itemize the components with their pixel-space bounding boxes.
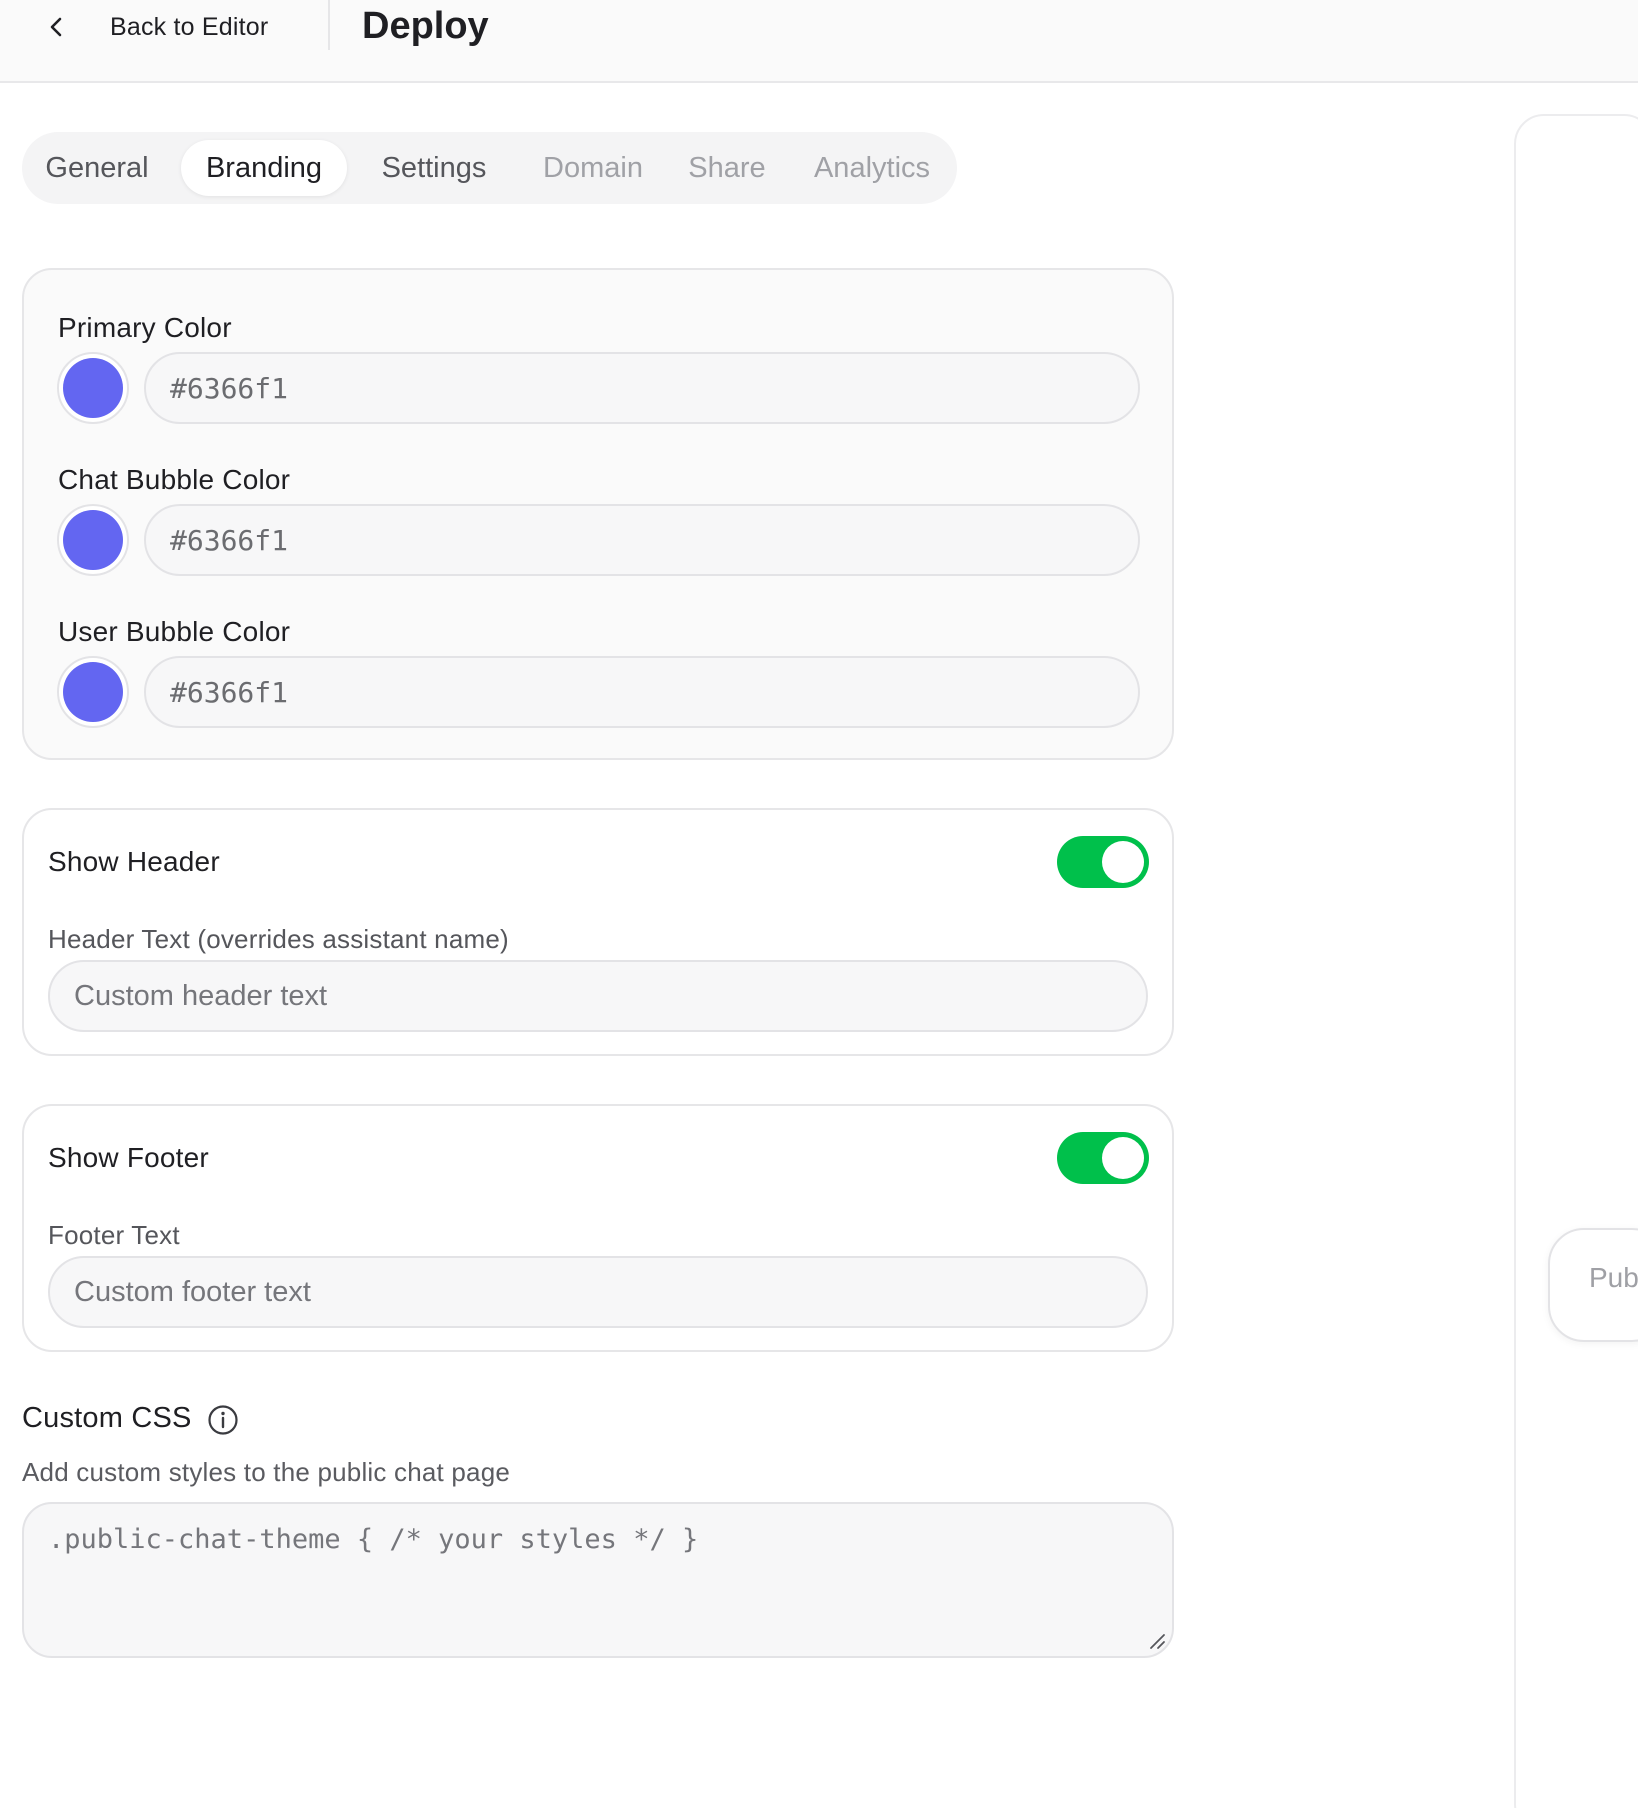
user-bubble-color-swatch [63,662,123,722]
tab-general[interactable]: General [32,140,162,196]
back-to-editor-button[interactable]: Back to Editor [44,4,268,50]
primary-color-picker[interactable] [57,352,129,424]
custom-css-description: Add custom styles to the public chat pag… [22,1457,511,1487]
footer-text-input[interactable] [48,1256,1148,1328]
show-header-toggle[interactable] [1057,836,1149,888]
header-text-input[interactable] [48,960,1148,1032]
deploy-tabs: General Branding Settings Domain Share A… [22,132,957,204]
primary-color-label: Primary Color [58,312,232,343]
show-footer-toggle[interactable] [1057,1132,1149,1184]
top-bar: Back to Editor Deploy [0,0,1638,83]
toggle-knob [1102,841,1144,883]
primary-color-swatch [63,358,123,418]
tab-settings[interactable]: Settings [359,140,509,196]
primary-color-input[interactable] [144,352,1140,424]
header-divider [328,0,330,50]
show-footer-label: Show Footer [48,1142,209,1173]
toggle-knob [1102,1137,1144,1179]
page-title: Deploy [362,5,489,47]
tab-branding[interactable]: Branding [181,140,347,196]
resize-grip-icon[interactable] [1148,1632,1166,1650]
color-settings-card: Primary Color Chat Bubble Color User Bub… [22,268,1174,760]
show-header-card: Show Header Header Text (overrides assis… [22,808,1174,1056]
user-bubble-color-input[interactable] [144,656,1140,728]
custom-css-title: Custom CSS [22,1402,192,1434]
tab-analytics[interactable]: Analytics [797,140,947,196]
chat-bubble-color-label: Chat Bubble Color [58,464,291,495]
info-icon[interactable] [207,1404,239,1436]
chat-bubble-color-picker[interactable] [57,504,129,576]
chat-bubble-color-swatch [63,510,123,570]
back-to-editor-label: Back to Editor [110,12,269,41]
chat-preview-panel [1514,114,1638,1808]
user-bubble-color-label: User Bubble Color [58,616,291,647]
header-text-label: Header Text (overrides assistant name) [48,924,509,954]
tab-share[interactable]: Share [667,140,787,196]
chevron-left-icon [44,14,70,40]
custom-css-textarea[interactable] [22,1502,1174,1658]
tab-domain[interactable]: Domain [523,140,663,196]
show-footer-card: Show Footer Footer Text [22,1104,1174,1352]
footer-text-label: Footer Text [48,1220,180,1250]
chat-bubble-color-input[interactable] [144,504,1140,576]
show-header-label: Show Header [48,846,220,877]
user-bubble-color-picker[interactable] [57,656,129,728]
publish-button-label: Pub [1589,1262,1638,1293]
